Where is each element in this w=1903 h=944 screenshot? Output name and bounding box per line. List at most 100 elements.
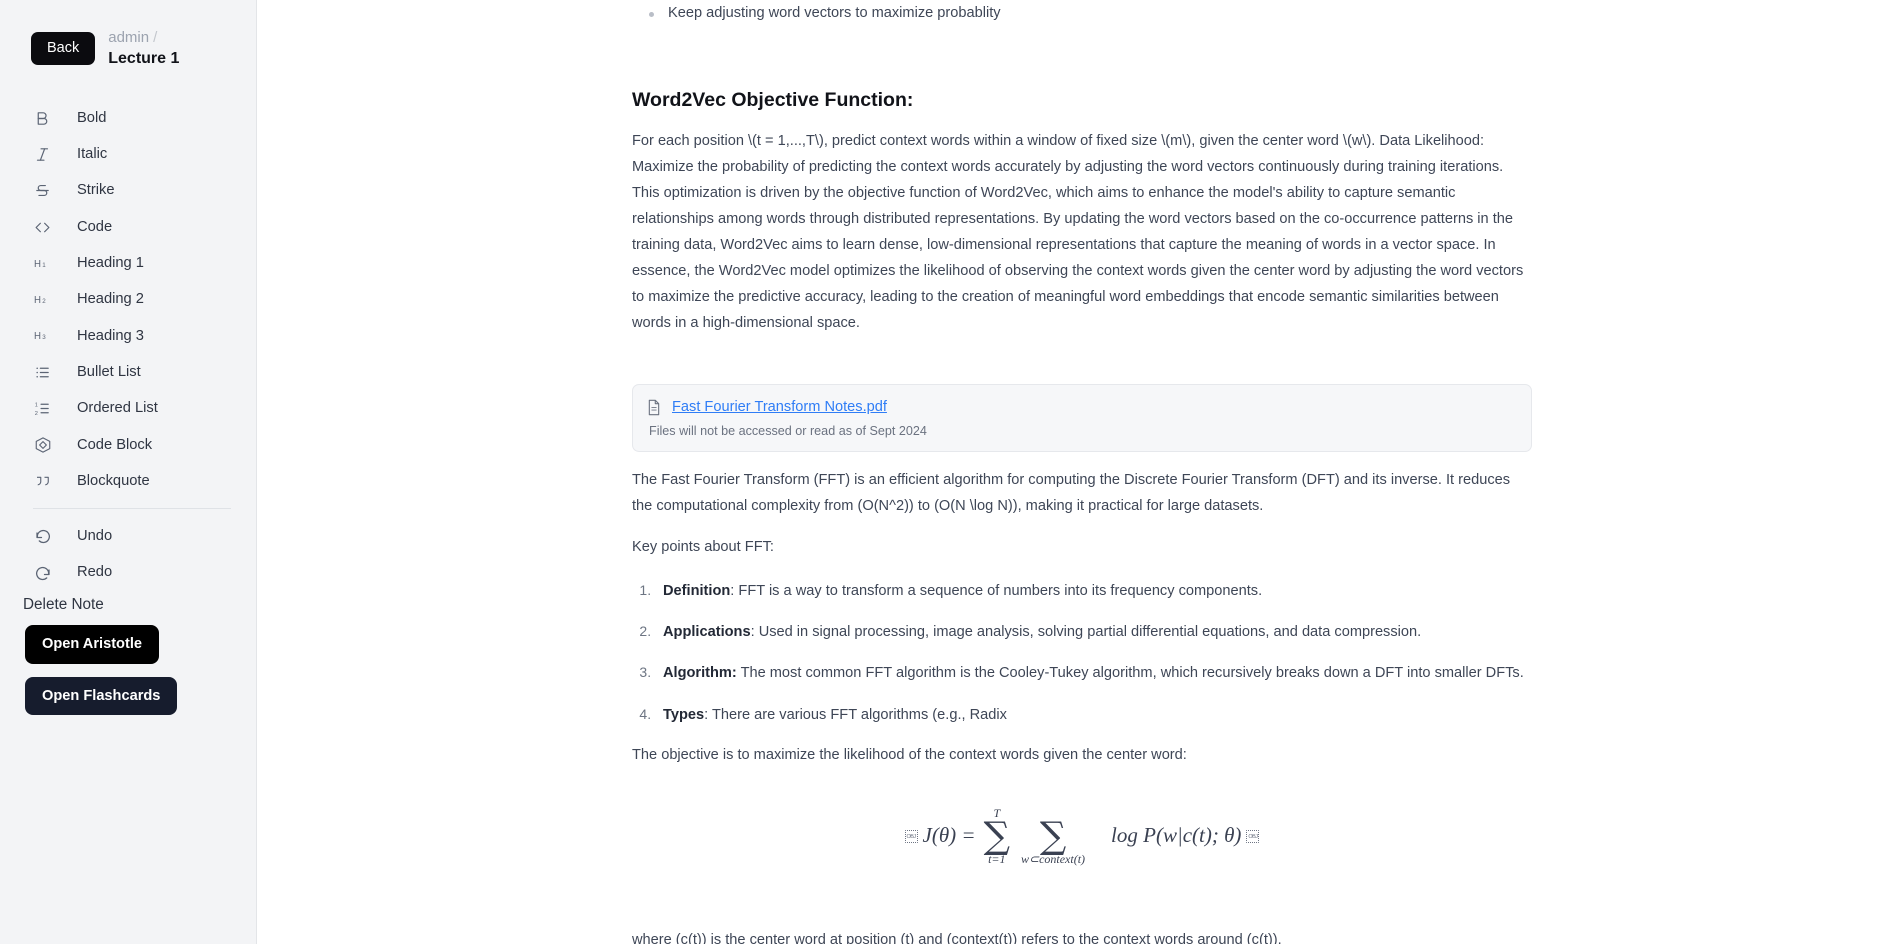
tool-label: Italic <box>77 146 108 163</box>
tool-label: Ordered List <box>77 400 158 417</box>
page-title: Word2Vec Objective Function: <box>632 88 914 111</box>
attachment-file-link[interactable]: Fast Fourier Transform Notes.pdf <box>672 398 887 417</box>
summation-lower-limit: w⊂context(t) <box>1021 852 1086 866</box>
key-point-term: Applications <box>663 624 751 641</box>
svg-text:H: H <box>34 259 41 270</box>
svg-text:H: H <box>34 331 41 342</box>
tool-label: Bullet List <box>77 363 141 380</box>
tool-label: Code <box>77 218 113 235</box>
tool-strike[interactable]: Strike <box>0 173 256 209</box>
key-point-text: FFT is a way to transform a sequence of … <box>738 583 1263 600</box>
fft-paragraph: The Fast Fourier Transform (FFT) is an e… <box>632 472 1511 515</box>
tool-bullet-list[interactable]: Bullet List <box>0 354 256 390</box>
code-block-icon <box>33 435 52 454</box>
open-aristotle-button[interactable]: Open Aristotle <box>25 625 160 664</box>
objective-function-formula: OBJ J(θ) = T ∑ t=1 ∑ w⊂context(t) log P(… <box>904 807 1260 865</box>
key-point-text: There are various FFT algorithms (e.g., … <box>711 706 1007 723</box>
svg-text:2: 2 <box>42 298 46 305</box>
tool-label: Redo <box>77 564 113 581</box>
breadcrumb: admin / Lecture 1 <box>108 26 179 70</box>
list-item: Types: There are various FFT algorithms … <box>655 702 1532 728</box>
key-points-label: Key points about FFT: <box>632 539 774 556</box>
heading-1-icon: H1 <box>33 254 52 273</box>
tool-code[interactable]: Code <box>0 209 256 245</box>
intro-paragraph: For each position \(t = 1,...,T\), predi… <box>632 133 1524 332</box>
bold-icon <box>33 109 52 128</box>
strikethrough-icon <box>33 181 52 200</box>
tool-code-block[interactable]: Code Block <box>0 427 256 463</box>
breadcrumb-parent-row: admin / <box>108 28 179 48</box>
tool-undo[interactable]: Undo <box>0 518 256 554</box>
tool-bold[interactable]: Bold <box>0 100 256 136</box>
tool-redo[interactable]: Redo <box>0 555 256 591</box>
objective-lead-text: The objective is to maximize the likelih… <box>632 746 1187 763</box>
svg-text:2: 2 <box>35 411 38 417</box>
svg-text:3: 3 <box>42 334 46 341</box>
list-item: Algorithm: The most common FFT algorithm… <box>655 660 1532 686</box>
sidebar-header: Back admin / Lecture 1 <box>0 0 256 70</box>
key-points-list: Definition: FFT is a way to transform a … <box>632 578 1532 727</box>
summation-lower-limit: t=1 <box>988 852 1006 866</box>
tool-italic[interactable]: Italic <box>0 136 256 172</box>
tool-heading-3[interactable]: H3 Heading 3 <box>0 318 256 354</box>
math-formula-block: OBJ J(θ) = T ∑ t=1 ∑ w⊂context(t) log P(… <box>632 807 1532 865</box>
tool-label: Undo <box>77 528 113 545</box>
tool-label: Strike <box>77 182 115 199</box>
tool-heading-1[interactable]: H1 Heading 1 <box>0 245 256 281</box>
undo-arrow-icon <box>33 527 52 546</box>
formula-lhs: J(θ) = <box>922 823 976 848</box>
missing-glyph-box-leading: OBJ <box>904 830 918 844</box>
summation-outer: T ∑ t=1 <box>984 807 1010 865</box>
heading-2-icon: H2 <box>33 290 52 309</box>
tool-blockquote[interactable]: Blockquote <box>0 463 256 499</box>
tool-ordered-list[interactable]: 12 Ordered List <box>0 390 256 426</box>
app-root: Back admin / Lecture 1 Bold Italic Strik… <box>0 0 1903 944</box>
document-file-icon <box>647 399 661 416</box>
heading-3-icon: H3 <box>33 326 52 345</box>
top-bullet-text: Keep adjusting word vectors to maximize … <box>668 5 1001 21</box>
back-button[interactable]: Back <box>31 32 96 65</box>
tool-label: Heading 1 <box>77 255 144 272</box>
sigma-icon: ∑ <box>983 813 1011 857</box>
note-document[interactable]: Keep adjusting word vectors to maximize … <box>632 0 1532 944</box>
svg-text:1: 1 <box>35 402 38 408</box>
key-point-term: Algorithm: <box>663 665 737 682</box>
tool-label: Heading 2 <box>77 291 144 308</box>
list-item: Applications: Used in signal processing,… <box>655 619 1532 645</box>
tool-label: Code Block <box>77 436 153 453</box>
list-item: Definition: FFT is a way to transform a … <box>655 578 1532 604</box>
key-point-separator: : <box>704 706 712 723</box>
redo-arrow-icon <box>33 563 52 582</box>
open-flashcards-button[interactable]: Open Flashcards <box>25 676 178 716</box>
svg-text:1: 1 <box>42 262 46 269</box>
tool-label: Blockquote <box>77 472 150 489</box>
key-point-term: Definition <box>663 583 731 600</box>
tool-label: Bold <box>77 109 107 126</box>
key-point-term: Types <box>663 706 705 723</box>
tool-label: Heading 3 <box>77 327 144 344</box>
key-point-text: The most common FFT algorithm is the Coo… <box>740 665 1524 682</box>
toolbar-divider <box>33 508 231 510</box>
attachment-row: Fast Fourier Transform Notes.pdf <box>647 398 1517 417</box>
blockquote-icon <box>33 472 52 491</box>
breadcrumb-separator: / <box>153 29 158 46</box>
pdf-attachment-card[interactable]: Fast Fourier Transform Notes.pdf Files w… <box>632 383 1532 453</box>
code-icon <box>33 218 52 237</box>
tool-heading-2[interactable]: H2 Heading 2 <box>0 282 256 318</box>
summation-inner: ∑ w⊂context(t) <box>1021 807 1085 865</box>
note-editor-main[interactable]: Keep adjusting word vectors to maximize … <box>257 0 1903 944</box>
delete-note-button[interactable]: Delete Note <box>0 591 256 613</box>
breadcrumb-parent[interactable]: admin <box>108 29 149 46</box>
sigma-icon: ∑ <box>1039 813 1067 857</box>
closing-paragraph: where (c(t)) is the center word at posit… <box>632 932 1282 944</box>
italic-icon <box>33 145 52 164</box>
ordered-list-icon: 12 <box>33 399 52 418</box>
formula-rhs: log P(w|c(t); θ) <box>1111 823 1242 848</box>
bullet-list-icon <box>33 363 52 382</box>
bullet-dot-icon <box>649 12 654 17</box>
svg-text:H: H <box>34 295 41 306</box>
key-point-separator: : <box>750 624 759 641</box>
list-item: Keep adjusting word vectors to maximize … <box>632 3 1532 25</box>
editor-sidebar: Back admin / Lecture 1 Bold Italic Strik… <box>0 0 257 944</box>
attachment-notice: Files will not be accessed or read as of… <box>649 423 927 438</box>
